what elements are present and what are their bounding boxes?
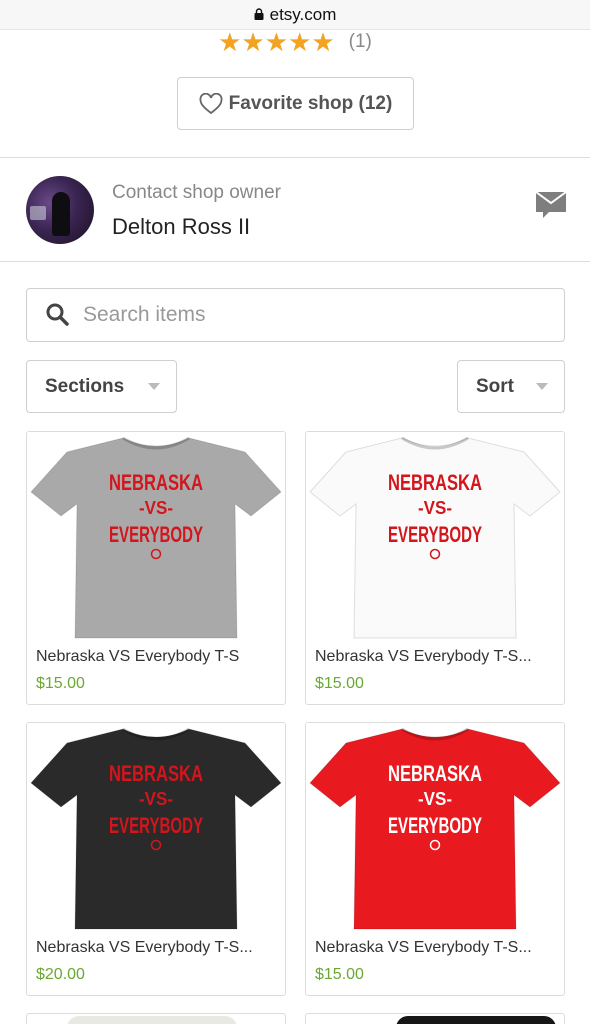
shirt-print-text: NEBRASKA xyxy=(388,761,482,786)
shirt-print-text: NEBRASKA xyxy=(109,470,203,495)
shirt-print-text: NEBRASKA xyxy=(388,470,482,495)
divider xyxy=(0,261,590,262)
rating-count: (1) xyxy=(348,31,372,52)
lock-icon xyxy=(254,7,264,20)
search-icon xyxy=(46,303,69,326)
sort-label: Sort xyxy=(476,375,514,397)
sort-dropdown[interactable]: Sort xyxy=(457,360,565,413)
url-domain: etsy.com xyxy=(269,4,337,24)
listing-image[interactable]: NEBRASKA -VS- EVERYBODY xyxy=(27,432,285,639)
owner-name[interactable]: Delton Ross II xyxy=(112,214,250,240)
contact-shop-owner-link[interactable]: Contact shop owner xyxy=(112,182,281,204)
shirt-print-text: EVERYBODY xyxy=(388,813,482,838)
listing-card[interactable] xyxy=(26,1013,286,1024)
listing-card[interactable]: NEBRASKA -VS- EVERYBODY Nebraska VS Everyb… xyxy=(26,722,286,996)
listing-card[interactable]: NEBRASKA -VS- EVERYBODY Nebraska VS Everyb… xyxy=(26,431,286,705)
address-bar[interactable]: etsy.com xyxy=(0,0,590,30)
shirt-print-text: -VS- xyxy=(139,498,173,518)
listing-price: $15.00 xyxy=(315,966,364,983)
shirt-print-text: EVERYBODY xyxy=(109,522,203,547)
sections-dropdown[interactable]: Sections xyxy=(26,360,177,413)
search-input[interactable] xyxy=(83,303,523,327)
listing-card[interactable]: NEBRASKA -VS- EVERYBODY Nebraska VS Everyb… xyxy=(305,431,565,705)
favorite-shop-label: Favorite shop (12) xyxy=(228,92,393,114)
heart-icon xyxy=(199,92,223,114)
shop-owner-section: Contact shop owner Delton Ross II xyxy=(0,158,590,262)
shirt-print-text: -VS- xyxy=(418,498,452,518)
chevron-down-icon xyxy=(148,383,160,390)
listing-price: $20.00 xyxy=(36,966,85,983)
listing-price: $15.00 xyxy=(315,675,364,692)
listing-title[interactable]: Nebraska VS Everybody T-S... xyxy=(315,648,555,666)
search-box[interactable] xyxy=(26,288,565,342)
listing-title[interactable]: Nebraska VS Everybody T-S xyxy=(36,648,276,666)
listing-card[interactable] xyxy=(305,1013,565,1024)
owner-avatar[interactable] xyxy=(26,176,94,244)
shirt-print-text: -VS- xyxy=(139,789,173,809)
message-icon[interactable] xyxy=(535,190,567,220)
star-rating: ★★★★★ xyxy=(218,27,335,57)
shop-rating[interactable]: ★★★★★ (1) xyxy=(0,27,590,57)
shirt-print-text: EVERYBODY xyxy=(388,522,482,547)
listing-image[interactable]: NEBRASKA -VS- EVERYBODY xyxy=(306,723,564,930)
shirt-print-text: NEBRASKA xyxy=(109,761,203,786)
shirt-print-text: -VS- xyxy=(418,789,452,809)
listing-card[interactable]: NEBRASKA -VS- EVERYBODY Nebraska VS Everyb… xyxy=(305,722,565,996)
listing-image[interactable]: NEBRASKA -VS- EVERYBODY xyxy=(27,723,285,930)
favorite-shop-button[interactable]: Favorite shop (12) xyxy=(177,77,414,130)
sections-label: Sections xyxy=(45,375,125,397)
listing-title[interactable]: Nebraska VS Everybody T-S... xyxy=(315,939,555,957)
listing-image[interactable]: NEBRASKA -VS- EVERYBODY xyxy=(306,432,564,639)
chevron-down-icon xyxy=(536,383,548,390)
listing-price: $15.00 xyxy=(36,675,85,692)
shirt-print-text: EVERYBODY xyxy=(109,813,203,838)
listing-title[interactable]: Nebraska VS Everybody T-S... xyxy=(36,939,276,957)
